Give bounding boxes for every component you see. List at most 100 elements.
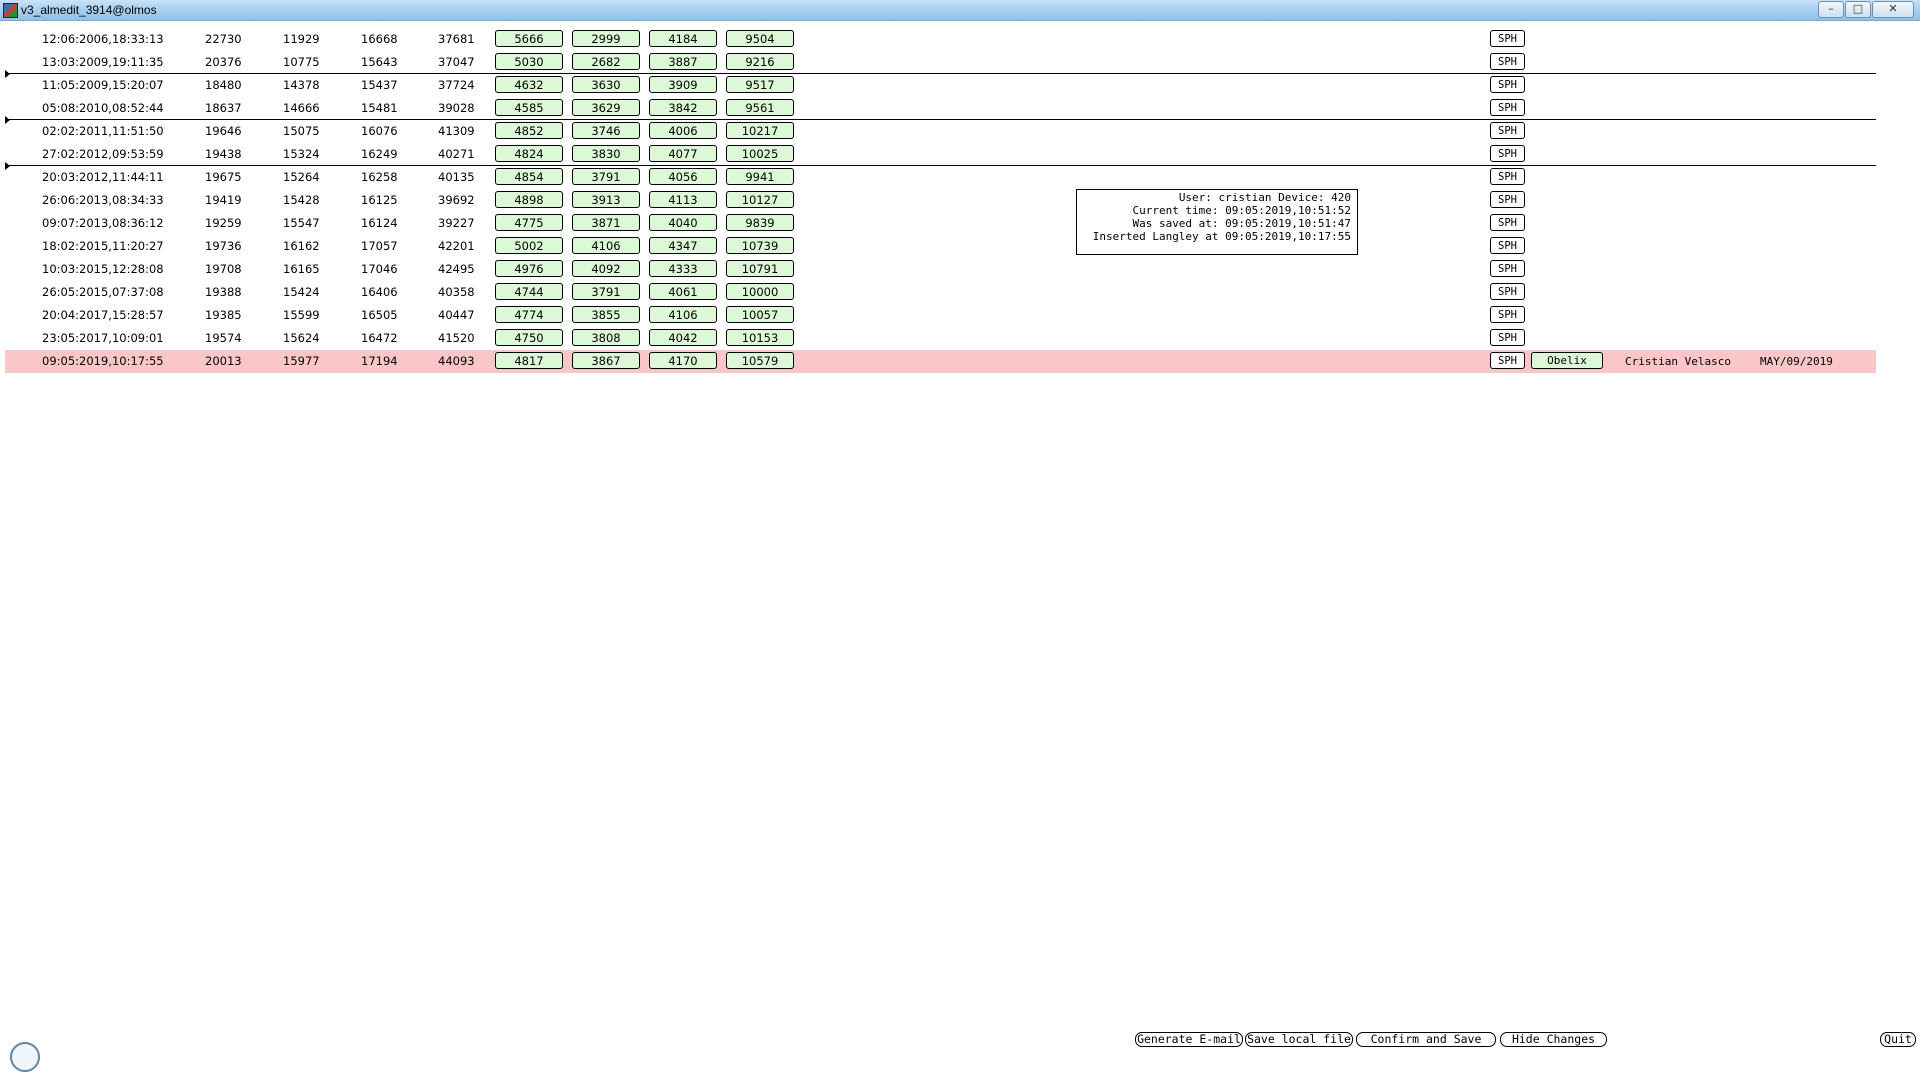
editable-value-button-4[interactable]: 10739 (726, 237, 794, 254)
editable-value-button-4[interactable]: 9517 (726, 76, 794, 93)
editable-value-button-3[interactable]: 4333 (649, 260, 717, 277)
editable-value-button-4[interactable]: 10025 (726, 145, 794, 162)
editable-value-button-3[interactable]: 4006 (649, 122, 717, 139)
editable-value-button-1[interactable]: 4775 (495, 214, 563, 231)
editable-value-button-1[interactable]: 5666 (495, 30, 563, 47)
editable-value-button-4[interactable]: 10153 (726, 329, 794, 346)
editable-value-button-2[interactable]: 3867 (572, 352, 640, 369)
obelix-button[interactable]: Obelix (1531, 352, 1603, 369)
table-row-selected[interactable]: 09:05:2019,10:17:55 20013 15977 17194 44093 4… (5, 350, 1876, 373)
editable-value-button-2[interactable]: 3913 (572, 191, 640, 208)
editable-value-button-1[interactable]: 4744 (495, 283, 563, 300)
editable-value-button-3[interactable]: 4040 (649, 214, 717, 231)
editable-value-button-4[interactable]: 9839 (726, 214, 794, 231)
editable-value-button-4[interactable]: 10127 (726, 191, 794, 208)
quit-button[interactable]: Quit (1880, 1032, 1916, 1047)
editable-value-button-2[interactable]: 3791 (572, 283, 640, 300)
sph-button[interactable]: SPH (1490, 260, 1525, 277)
sph-button[interactable]: SPH (1490, 30, 1525, 47)
editable-value-button-3[interactable]: 4077 (649, 145, 717, 162)
table-row[interactable]: 27:02:2012,09:53:59 19438 15324 16249 40271 4… (5, 143, 1876, 166)
editable-value-button-4[interactable]: 10217 (726, 122, 794, 139)
table-row[interactable]: 13:03:2009,19:11:35 20376 10775 15643 37047 5… (5, 51, 1876, 74)
sph-button[interactable]: SPH (1490, 122, 1525, 139)
editable-value-button-3[interactable]: 4184 (649, 30, 717, 47)
editable-value-button-2[interactable]: 3791 (572, 168, 640, 185)
table-row[interactable]: 26:06:2013,08:34:33 19419 15428 16125 39692 4… (5, 189, 1876, 212)
editable-value-button-3[interactable]: 3842 (649, 99, 717, 116)
editable-value-button-4[interactable]: 9504 (726, 30, 794, 47)
editable-value-button-3[interactable]: 3887 (649, 53, 717, 70)
editable-value-button-2[interactable]: 3630 (572, 76, 640, 93)
generate-email-button[interactable]: Generate E-mail (1135, 1032, 1243, 1047)
sph-button[interactable]: SPH (1490, 145, 1525, 162)
editable-value-button-1[interactable]: 4976 (495, 260, 563, 277)
editable-value-button-2[interactable]: 3808 (572, 329, 640, 346)
sph-button[interactable]: SPH (1490, 99, 1525, 116)
editable-value-button-3[interactable]: 4061 (649, 283, 717, 300)
editable-value-button-1[interactable]: 4852 (495, 122, 563, 139)
table-row[interactable]: 23:05:2017,10:09:01 19574 15624 16472 41520 4… (5, 327, 1876, 350)
editable-value-button-2[interactable]: 3746 (572, 122, 640, 139)
editable-value-button-2[interactable]: 3629 (572, 99, 640, 116)
editable-value-button-2[interactable]: 2999 (572, 30, 640, 47)
editable-value-button-2[interactable]: 4092 (572, 260, 640, 277)
table-row[interactable]: 18:02:2015,11:20:27 19736 16162 17057 42201 5… (5, 235, 1876, 258)
table-row[interactable]: 26:05:2015,07:37:08 19388 15424 16406 40358 4… (5, 281, 1876, 304)
save-local-file-button[interactable]: Save local file (1245, 1032, 1353, 1047)
close-button[interactable]: ✕ (1872, 1, 1914, 18)
table-row[interactable]: 10:03:2015,12:28:08 19708 16165 17046 42495 4… (5, 258, 1876, 281)
editable-value-button-1[interactable]: 4585 (495, 99, 563, 116)
table-row[interactable]: 11:05:2009,15:20:07 18480 14378 15437 37724 4… (5, 74, 1876, 97)
editable-value-button-2[interactable]: 3871 (572, 214, 640, 231)
table-row[interactable]: 20:03:2012,11:44:11 19675 15264 16258 40135 4… (5, 166, 1876, 189)
hide-changes-button[interactable]: Hide Changes (1500, 1032, 1607, 1047)
editable-value-button-3[interactable]: 4170 (649, 352, 717, 369)
table-row[interactable]: 05:08:2010,08:52:44 18637 14666 15481 39028 4… (5, 97, 1876, 120)
editable-value-button-1[interactable]: 4824 (495, 145, 563, 162)
editable-value-button-1[interactable]: 4750 (495, 329, 563, 346)
editable-value-button-3[interactable]: 4347 (649, 237, 717, 254)
sph-button[interactable]: SPH (1490, 53, 1525, 70)
sph-button[interactable]: SPH (1490, 283, 1525, 300)
editable-value-button-3[interactable]: 4056 (649, 168, 717, 185)
editable-value-button-4[interactable]: 9216 (726, 53, 794, 70)
table-row[interactable]: 12:06:2006,18:33:13 22730 11929 16668 37681 5… (5, 28, 1876, 51)
editable-value-button-1[interactable]: 4774 (495, 306, 563, 323)
confirm-and-save-button[interactable]: Confirm and Save (1356, 1032, 1496, 1047)
sph-button[interactable]: SPH (1490, 76, 1525, 93)
sph-button[interactable]: SPH (1490, 191, 1525, 208)
editable-value-button-3[interactable]: 4113 (649, 191, 717, 208)
maximize-button[interactable]: □ (1845, 1, 1871, 18)
sph-button[interactable]: SPH (1490, 214, 1525, 231)
editable-value-button-4[interactable]: 9561 (726, 99, 794, 116)
editable-value-button-1[interactable]: 4817 (495, 352, 563, 369)
table-row[interactable]: 20:04:2017,15:28:57 19385 15599 16505 40447 4… (5, 304, 1876, 327)
editable-value-button-2[interactable]: 2682 (572, 53, 640, 70)
sph-button[interactable]: SPH (1490, 352, 1525, 369)
editable-value-button-1[interactable]: 4632 (495, 76, 563, 93)
sph-button[interactable]: SPH (1490, 306, 1525, 323)
editable-value-button-1[interactable]: 4854 (495, 168, 563, 185)
editable-value-button-3[interactable]: 4106 (649, 306, 717, 323)
editable-value-button-3[interactable]: 3909 (649, 76, 717, 93)
minimize-button[interactable]: – (1818, 1, 1844, 18)
table-row[interactable]: 02:02:2011,11:51:50 19646 15075 16076 41309 4… (5, 120, 1876, 143)
sph-button[interactable]: SPH (1490, 168, 1525, 185)
sph-button[interactable]: SPH (1490, 237, 1525, 254)
editable-value-button-3[interactable]: 4042 (649, 329, 717, 346)
editable-value-button-4[interactable]: 10579 (726, 352, 794, 369)
editable-value-button-1[interactable]: 5030 (495, 53, 563, 70)
editable-value-button-2[interactable]: 4106 (572, 237, 640, 254)
sph-button[interactable]: SPH (1490, 329, 1525, 346)
editable-value-button-4[interactable]: 10000 (726, 283, 794, 300)
editable-value-button-1[interactable]: 5002 (495, 237, 563, 254)
table-row[interactable]: 09:07:2013,08:36:12 19259 15547 16124 39227 4… (5, 212, 1876, 235)
editable-value-button-1[interactable]: 4898 (495, 191, 563, 208)
editable-value-button-4[interactable]: 10057 (726, 306, 794, 323)
start-orb-icon[interactable] (10, 1042, 40, 1072)
editable-value-button-4[interactable]: 9941 (726, 168, 794, 185)
editable-value-button-2[interactable]: 3855 (572, 306, 640, 323)
editable-value-button-2[interactable]: 3830 (572, 145, 640, 162)
editable-value-button-4[interactable]: 10791 (726, 260, 794, 277)
